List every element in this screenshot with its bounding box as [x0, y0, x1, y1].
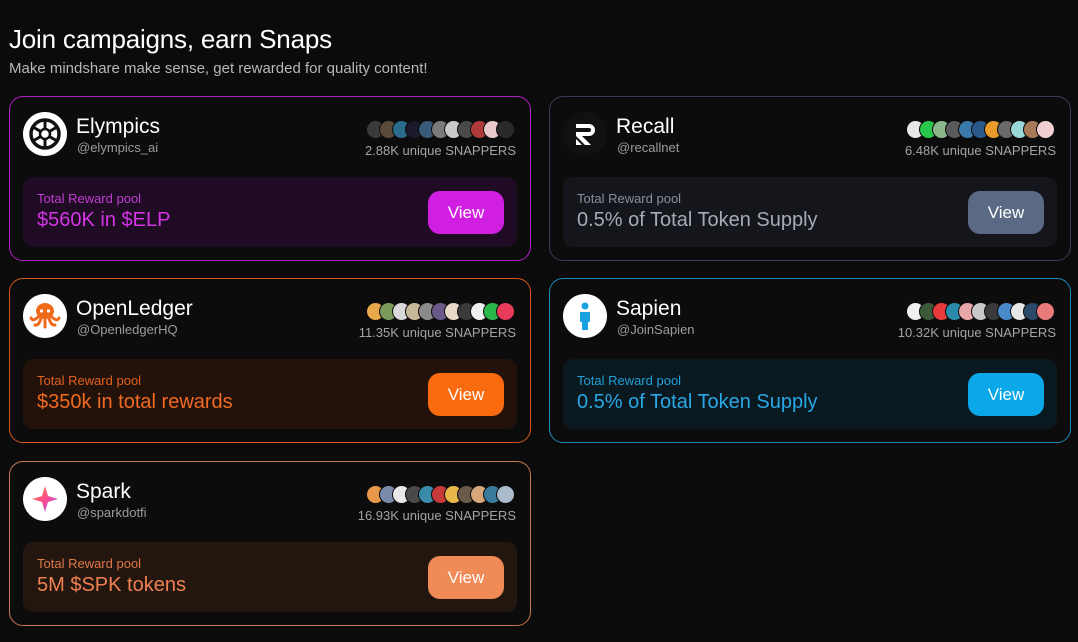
- campaign-handle: @OpenledgerHQ: [77, 322, 178, 337]
- reward-pool-value: $350k in total rewards: [37, 391, 233, 413]
- snapper-avatars: [906, 302, 1055, 321]
- page-subtitle: Make mindshare make sense, get rewarded …: [9, 60, 428, 77]
- campaign-card-openledger[interactable]: OpenLedger @OpenledgerHQ 11.35K unique S…: [9, 278, 531, 443]
- reward-pool-value: $560K in $ELP: [37, 209, 171, 231]
- campaign-card-recall[interactable]: Recall @recallnet 6.48K unique SNAPPERS …: [549, 96, 1071, 261]
- reward-pool-label: Total Reward pool: [37, 191, 142, 206]
- snapper-avatars: [366, 485, 515, 504]
- reward-pool-label: Total Reward pool: [37, 373, 142, 388]
- snappers-count: 11.35K unique SNAPPERS: [358, 325, 516, 340]
- snapper-avatar: [496, 120, 515, 139]
- snapper-avatars: [366, 302, 515, 321]
- campaign-handle: @elympics_ai: [77, 140, 159, 155]
- openledger-octopus-icon: [23, 294, 67, 338]
- campaign-handle: @recallnet: [617, 140, 680, 155]
- campaign-name: Elympics: [76, 115, 161, 138]
- reward-pool-value: 0.5% of Total Token Supply: [577, 391, 818, 413]
- reward-pool-panel: Total Reward pool 0.5% of Total Token Su…: [563, 359, 1057, 429]
- campaign-card-elympics[interactable]: Elympics @elympics_ai 2.88K unique SNAPP…: [9, 96, 531, 261]
- campaign-handle: @JoinSapien: [617, 322, 695, 337]
- view-button[interactable]: View: [968, 373, 1044, 416]
- campaign-name: Sapien: [616, 297, 682, 320]
- spark-star-icon: [23, 477, 67, 521]
- snapper-avatars: [906, 120, 1055, 139]
- reward-pool-label: Total Reward pool: [577, 373, 682, 388]
- page-title: Join campaigns, earn Snaps: [9, 24, 332, 54]
- reward-pool-panel: Total Reward pool 5M $SPK tokens View: [23, 542, 517, 612]
- snapper-avatar: [496, 485, 515, 504]
- campaign-name: OpenLedger: [76, 297, 193, 320]
- snapper-avatar: [1036, 120, 1055, 139]
- elympics-logo-icon: [23, 112, 67, 156]
- reward-pool-label: Total Reward pool: [37, 556, 142, 571]
- reward-pool-value: 0.5% of Total Token Supply: [577, 209, 818, 231]
- reward-pool-panel: Total Reward pool $350k in total rewards…: [23, 359, 517, 429]
- snapper-avatars: [366, 120, 515, 139]
- view-button[interactable]: View: [968, 191, 1044, 234]
- reward-pool-panel: Total Reward pool 0.5% of Total Token Su…: [563, 177, 1057, 247]
- reward-pool-value: 5M $SPK tokens: [37, 574, 186, 596]
- snapper-avatar: [496, 302, 515, 321]
- reward-pool-panel: Total Reward pool $560K in $ELP View: [23, 177, 517, 247]
- snappers-count: 10.32K unique SNAPPERS: [897, 325, 1056, 340]
- snappers-count: 2.88K unique SNAPPERS: [364, 143, 516, 158]
- campaign-card-spark[interactable]: Spark @sparkdotfi 16.93K unique SNAPPERS…: [9, 461, 531, 626]
- view-button[interactable]: View: [428, 191, 504, 234]
- view-button[interactable]: View: [428, 373, 504, 416]
- campaign-name: Recall: [616, 115, 675, 138]
- sapien-person-icon: [563, 294, 607, 338]
- snappers-count: 16.93K unique SNAPPERS: [357, 508, 516, 523]
- snapper-avatar: [1036, 302, 1055, 321]
- campaign-card-sapien[interactable]: Sapien @JoinSapien 10.32K unique SNAPPER…: [549, 278, 1071, 443]
- snappers-count: 6.48K unique SNAPPERS: [904, 143, 1056, 158]
- reward-pool-label: Total Reward pool: [577, 191, 682, 206]
- view-button[interactable]: View: [428, 556, 504, 599]
- campaign-name: Spark: [76, 480, 131, 503]
- campaign-handle: @sparkdotfi: [77, 505, 147, 520]
- recall-logo-icon: [563, 112, 607, 156]
